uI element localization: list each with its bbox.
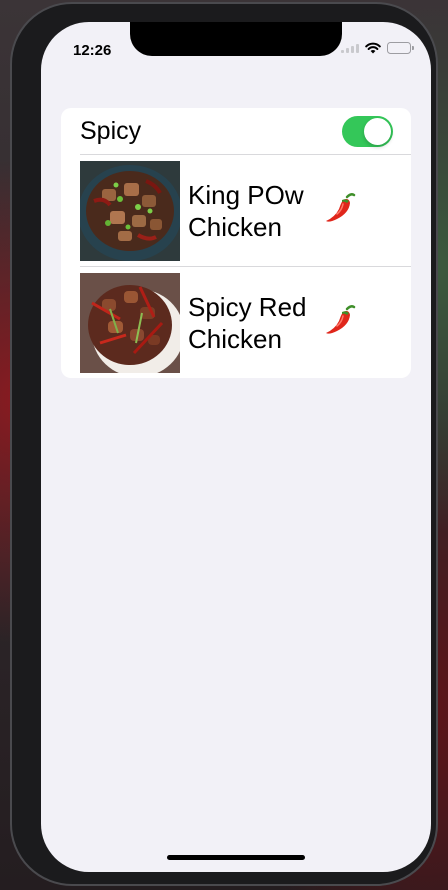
chili-pepper-icon	[326, 305, 356, 334]
spicy-red-chicken-photo	[80, 272, 180, 373]
dish-name: King POw Chicken	[188, 179, 304, 242]
battery-icon	[387, 42, 414, 54]
spicy-toggle-label: Spicy	[80, 116, 142, 145]
toggle-knob	[364, 117, 391, 145]
notch	[130, 22, 342, 56]
dish-name: Spicy Red Chicken	[188, 291, 307, 354]
app-screen: 12:26 Spicy King POw Chicken Spicy Red C…	[41, 22, 431, 872]
phone-frame: 12:26 Spicy King POw Chicken Spicy Red C…	[10, 2, 438, 886]
home-indicator[interactable]	[167, 855, 305, 860]
status-time: 12:26	[73, 42, 112, 59]
spicy-dishes-list: Spicy King POw Chicken Spicy Red Chicken	[61, 108, 411, 378]
chili-pepper-icon	[326, 193, 356, 222]
status-icons	[341, 42, 414, 54]
spicy-toggle-row: Spicy	[61, 108, 411, 154]
signal-icon	[341, 43, 359, 53]
list-item[interactable]: Spicy Red Chicken	[61, 267, 411, 378]
spicy-toggle-switch[interactable]	[342, 115, 393, 147]
wifi-icon	[365, 42, 381, 54]
king-pow-chicken-photo	[80, 160, 180, 261]
list-item[interactable]: King POw Chicken	[61, 155, 411, 266]
